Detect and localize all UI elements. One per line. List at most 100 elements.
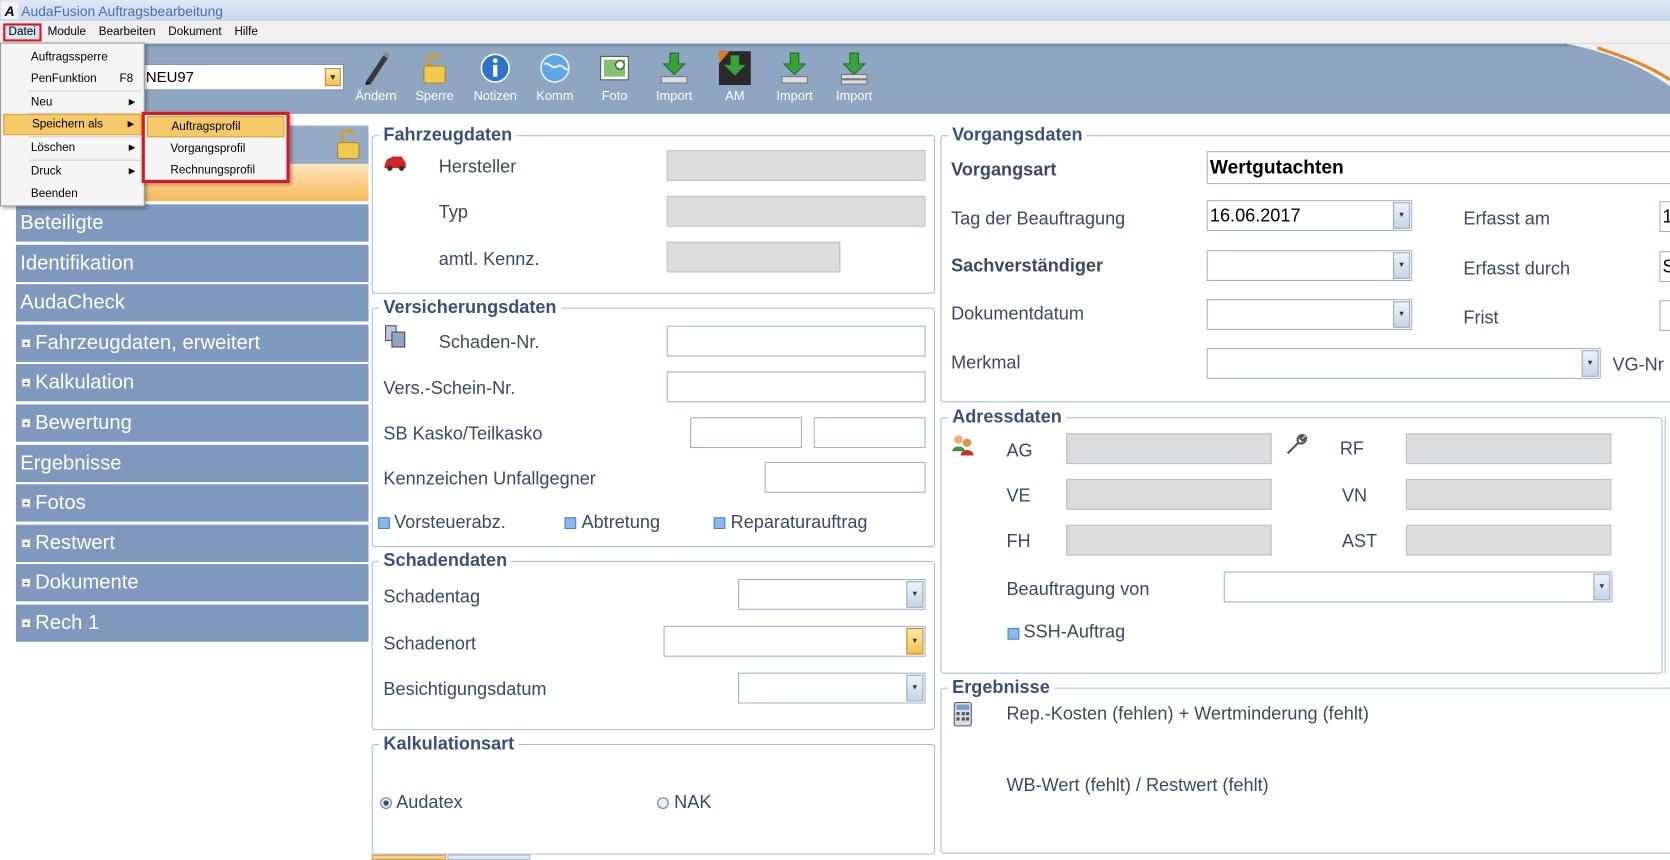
chevron-down-icon[interactable]: ▼ bbox=[324, 68, 341, 87]
menu-item-loeschen[interactable]: Löschen ▶ bbox=[3, 137, 141, 158]
schaden-nr-input[interactable] bbox=[666, 325, 926, 357]
menu-item-penfunktion[interactable]: PenFunktion F8 bbox=[3, 68, 141, 89]
sb-kasko-input[interactable] bbox=[690, 417, 802, 449]
erfasst-am-label: Erfasst am bbox=[1463, 208, 1550, 229]
import-button-1[interactable]: Import bbox=[646, 51, 701, 106]
menu-dokument[interactable]: Dokument bbox=[162, 23, 228, 41]
menu-item-druck[interactable]: Druck ▶ bbox=[3, 161, 141, 182]
menu-hilfe[interactable]: Hilfe bbox=[228, 23, 264, 41]
expand-icon[interactable]: + bbox=[21, 498, 31, 508]
chevron-down-icon[interactable]: ▼ bbox=[906, 627, 924, 655]
tag-beauftragung-select[interactable]: 16.06.2017 ▼ bbox=[1206, 200, 1413, 231]
nav-label: Dokumente bbox=[35, 571, 139, 594]
nak-radio[interactable] bbox=[657, 797, 669, 809]
expand-icon[interactable]: + bbox=[21, 418, 31, 428]
dokumentdatum-select[interactable]: ▼ bbox=[1206, 299, 1413, 330]
import-button-2[interactable]: Import bbox=[767, 51, 822, 106]
import-button-3[interactable]: Import bbox=[826, 51, 881, 106]
chevron-down-icon[interactable]: ▼ bbox=[906, 674, 924, 702]
hersteller-label: Hersteller bbox=[438, 156, 517, 177]
dokumentdatum-label: Dokumentdatum bbox=[951, 303, 1084, 324]
chevron-down-icon[interactable]: ▼ bbox=[906, 581, 924, 608]
nav-restwert[interactable]: + Restwert bbox=[15, 524, 369, 562]
schadentag-select[interactable]: ▼ bbox=[738, 579, 926, 610]
decorative-swoosh bbox=[1565, 43, 1670, 87]
nav-bewertung[interactable]: + Bewertung bbox=[15, 404, 369, 442]
nav-fahrzeugdaten-erweitert[interactable]: + Fahrzeugdaten, erweitert bbox=[15, 324, 369, 362]
menu-item-auftragssperre[interactable]: Auftragssperre bbox=[3, 47, 141, 68]
beauftragung-select[interactable]: ▼ bbox=[1223, 571, 1613, 603]
ve-label: VE bbox=[1006, 485, 1031, 506]
menu-item-speichern-als[interactable]: Speichern als ▶ bbox=[3, 113, 142, 136]
aendern-button[interactable]: Ändern bbox=[348, 51, 403, 106]
expand-icon[interactable]: + bbox=[21, 577, 31, 588]
submenu-arrow-icon: ▶ bbox=[128, 96, 136, 107]
nav-dokumente[interactable]: + Dokumente bbox=[15, 564, 369, 602]
merkmal-select[interactable]: ▼ bbox=[1206, 348, 1601, 379]
fh-field bbox=[1066, 524, 1272, 556]
bottom-tab-active[interactable] bbox=[371, 854, 447, 860]
nav-beteiligte[interactable]: Beteiligte bbox=[15, 204, 369, 242]
lock-icon bbox=[419, 51, 451, 85]
chevron-down-icon[interactable]: ▼ bbox=[1581, 350, 1599, 377]
menu-datei[interactable]: Datei bbox=[3, 23, 42, 42]
notizen-button[interactable]: Notizen bbox=[468, 51, 523, 106]
chevron-down-icon[interactable]: ▼ bbox=[1393, 252, 1411, 279]
typ-field bbox=[666, 195, 926, 227]
nav-kalkulation[interactable]: + Kalkulation bbox=[15, 364, 369, 402]
unlock-icon[interactable] bbox=[334, 128, 362, 162]
nav-audacheck[interactable]: AudaCheck bbox=[15, 284, 369, 322]
sperre-label: Sperre bbox=[415, 88, 454, 104]
am-button[interactable]: AM bbox=[707, 51, 762, 106]
besichtigung-select[interactable]: ▼ bbox=[738, 672, 926, 704]
nav-identifikation[interactable]: Identifikation bbox=[15, 244, 369, 283]
kennzeichen-gegner-input[interactable] bbox=[764, 461, 926, 493]
chevron-down-icon[interactable]: ▼ bbox=[1593, 573, 1611, 601]
vn-label: VN bbox=[1341, 485, 1368, 506]
sperre-button[interactable]: Sperre bbox=[407, 51, 462, 106]
menu-item-label: Auftragssperre bbox=[30, 51, 108, 64]
nav-fotos[interactable]: + Fotos bbox=[15, 484, 369, 522]
bottom-tab[interactable] bbox=[447, 854, 531, 860]
ergebnisse-title: Ergebnisse bbox=[947, 676, 1055, 699]
sb-teilkasko-input[interactable] bbox=[813, 417, 926, 449]
order-combo-box[interactable]: NEU97 ▼ bbox=[142, 63, 345, 91]
nav-ergebnisse[interactable]: Ergebnisse bbox=[15, 444, 369, 483]
sachverstaendiger-select[interactable]: ▼ bbox=[1206, 250, 1413, 281]
schadenort-select[interactable]: ▼ bbox=[663, 625, 926, 657]
ast-label: AST bbox=[1341, 531, 1378, 552]
menu-module[interactable]: Module bbox=[41, 23, 92, 41]
menu-bearbeiten[interactable]: Bearbeiten bbox=[92, 23, 161, 41]
kennz-label: amtl. Kennz. bbox=[438, 249, 540, 270]
expand-icon[interactable]: + bbox=[21, 338, 31, 349]
submenu-auftragsprofil[interactable]: Auftragsprofil bbox=[146, 116, 285, 138]
vorgangsart-field[interactable]: Wertgutachten bbox=[1206, 151, 1670, 185]
nav-rech-1[interactable]: + Rech 1 bbox=[15, 604, 369, 642]
expand-icon[interactable]: + bbox=[21, 538, 31, 549]
chevron-down-icon[interactable]: ▼ bbox=[1393, 202, 1411, 229]
chevron-down-icon[interactable]: ▼ bbox=[1393, 301, 1411, 328]
ssh-checkbox[interactable] bbox=[1007, 627, 1020, 640]
submenu-rechnungsprofil[interactable]: Rechnungsprofil bbox=[147, 160, 284, 181]
wrench-icon[interactable] bbox=[1283, 432, 1309, 458]
foto-button[interactable]: Foto bbox=[587, 51, 642, 106]
expand-icon[interactable]: + bbox=[21, 377, 31, 388]
sachverstaendiger-label: Sachverständiger bbox=[951, 255, 1104, 276]
abtretung-checkbox[interactable] bbox=[564, 517, 577, 529]
menu-item-neu[interactable]: Neu ▶ bbox=[3, 92, 141, 113]
komm-button[interactable]: Komm bbox=[527, 51, 582, 106]
import-label-3: Import bbox=[836, 88, 873, 104]
menu-item-beenden[interactable]: Beenden bbox=[3, 183, 141, 204]
nav-label: Fotos bbox=[35, 491, 86, 515]
frist-field[interactable] bbox=[1659, 300, 1670, 332]
submenu-vorgangsprofil[interactable]: Vorgangsprofil bbox=[147, 138, 284, 159]
audatex-radio[interactable] bbox=[380, 797, 392, 809]
erfasst-durch-label: Erfasst durch bbox=[1463, 258, 1571, 279]
nav-label: Fahrzeugdaten, erweitert bbox=[35, 332, 261, 355]
vers-schein-input[interactable] bbox=[666, 371, 926, 403]
nav-label: Beteiligte bbox=[20, 211, 104, 235]
reparaturauftrag-checkbox[interactable] bbox=[713, 517, 726, 529]
vorsteuer-checkbox[interactable] bbox=[378, 517, 390, 529]
typ-label: Typ bbox=[438, 202, 468, 223]
expand-icon[interactable]: + bbox=[21, 618, 31, 629]
